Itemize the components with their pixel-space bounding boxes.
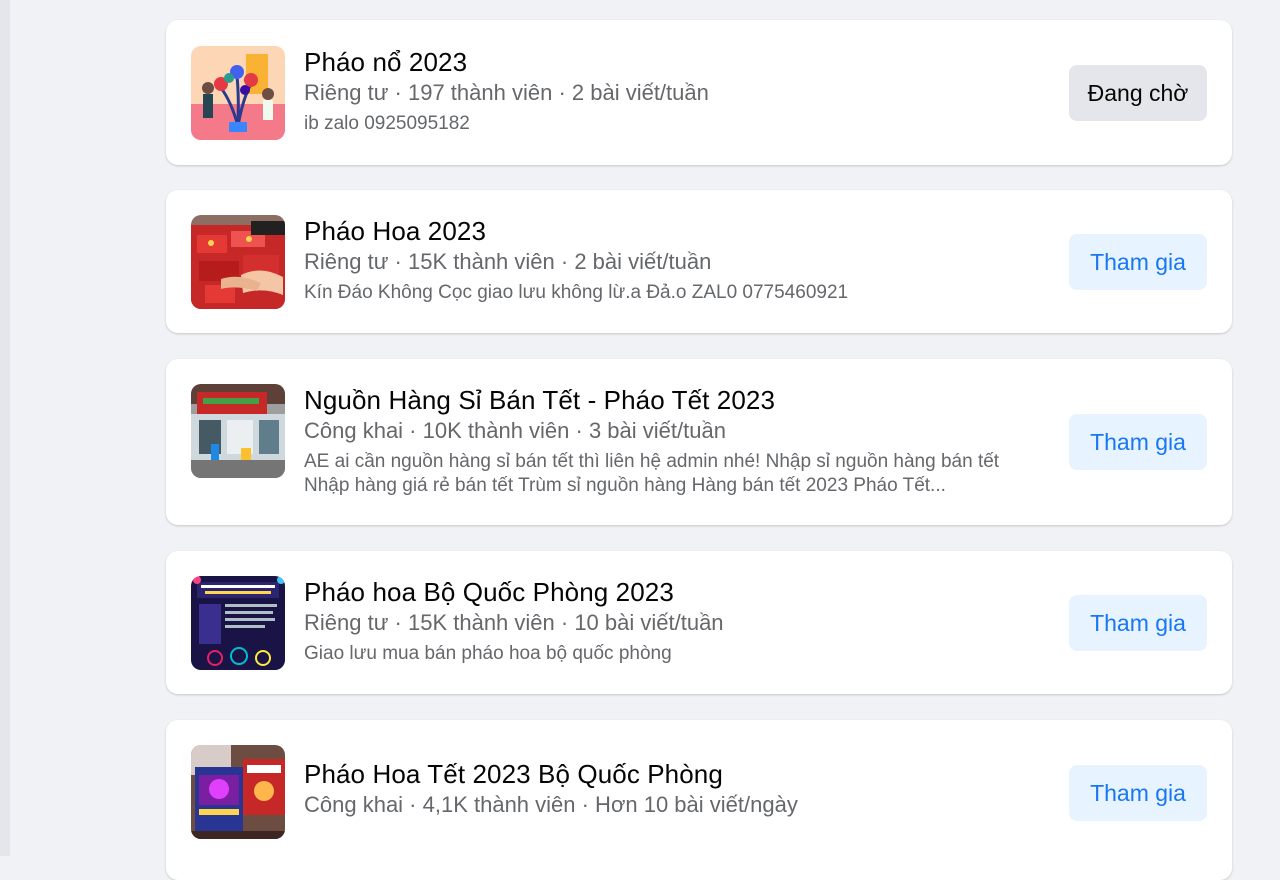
flowers-illustration-image	[191, 46, 285, 140]
group-thumbnail[interactable]	[191, 46, 285, 140]
group-thumbnail[interactable]	[191, 215, 285, 309]
group-name[interactable]: Pháo hoa Bộ Quốc Phòng 2023	[304, 576, 1042, 608]
group-meta: Công khai · 4,1K thành viên · Hơn 10 bài…	[304, 792, 798, 817]
group-name[interactable]: Pháo Hoa 2023	[304, 215, 1042, 247]
group-meta: Riêng tư · 15K thành viên · 10 bài viết/…	[304, 610, 724, 635]
group-meta: Riêng tư · 15K thành viên · 2 bài viết/t…	[304, 249, 712, 274]
group-name[interactable]: Pháo nổ 2023	[304, 46, 1042, 78]
group-thumbnail[interactable]	[191, 384, 285, 478]
join-group-button[interactable]: Tham gia	[1069, 234, 1207, 290]
group-card[interactable]: Pháo Hoa 2023 Riêng tư · 15K thành viên …	[166, 190, 1232, 333]
storefront-photo	[191, 384, 285, 478]
group-results-list: Pháo nổ 2023 Riêng tư · 197 thành viên ·…	[166, 0, 1232, 880]
group-card[interactable]: Pháo hoa Bộ Quốc Phòng 2023 Riêng tư · 1…	[166, 551, 1232, 694]
firework-product-box-photo	[191, 745, 285, 839]
group-description: ib zalo 0925095182	[304, 113, 470, 134]
group-card[interactable]: Pháo Hoa Tết 2023 Bộ Quốc Phòng Công kha…	[166, 720, 1232, 880]
pending-request-button[interactable]: Đang chờ	[1069, 65, 1207, 121]
join-group-button[interactable]: Tham gia	[1069, 765, 1207, 821]
group-thumbnail[interactable]	[191, 576, 285, 670]
group-card[interactable]: Nguồn Hàng Sỉ Bán Tết - Pháo Tết 2023 Cô…	[166, 359, 1232, 525]
group-card[interactable]: Pháo nổ 2023 Riêng tư · 197 thành viên ·…	[166, 20, 1232, 165]
group-name[interactable]: Pháo Hoa Tết 2023 Bộ Quốc Phòng	[304, 758, 1042, 790]
group-description: Giao lưu mua bán pháo hoa bộ quốc phòng	[304, 643, 672, 664]
group-name[interactable]: Nguồn Hàng Sỉ Bán Tết - Pháo Tết 2023	[304, 384, 1042, 416]
left-panel-edge	[0, 0, 10, 856]
group-meta: Riêng tư · 197 thành viên · 2 bài viết/t…	[304, 80, 709, 105]
join-group-button[interactable]: Tham gia	[1069, 414, 1207, 470]
group-thumbnail[interactable]	[191, 745, 285, 839]
group-description: Kín Đáo Không Cọc giao lưu không lừ.a Đả…	[304, 282, 849, 303]
firework-boxes-photo	[191, 215, 285, 309]
fireworks-infographic-image	[191, 576, 285, 670]
join-group-button[interactable]: Tham gia	[1069, 595, 1207, 651]
group-meta: Công khai · 10K thành viên · 3 bài viết/…	[304, 418, 726, 443]
group-description: AE ai cần nguồn hàng sỉ bán tết thì liên…	[304, 451, 1000, 496]
